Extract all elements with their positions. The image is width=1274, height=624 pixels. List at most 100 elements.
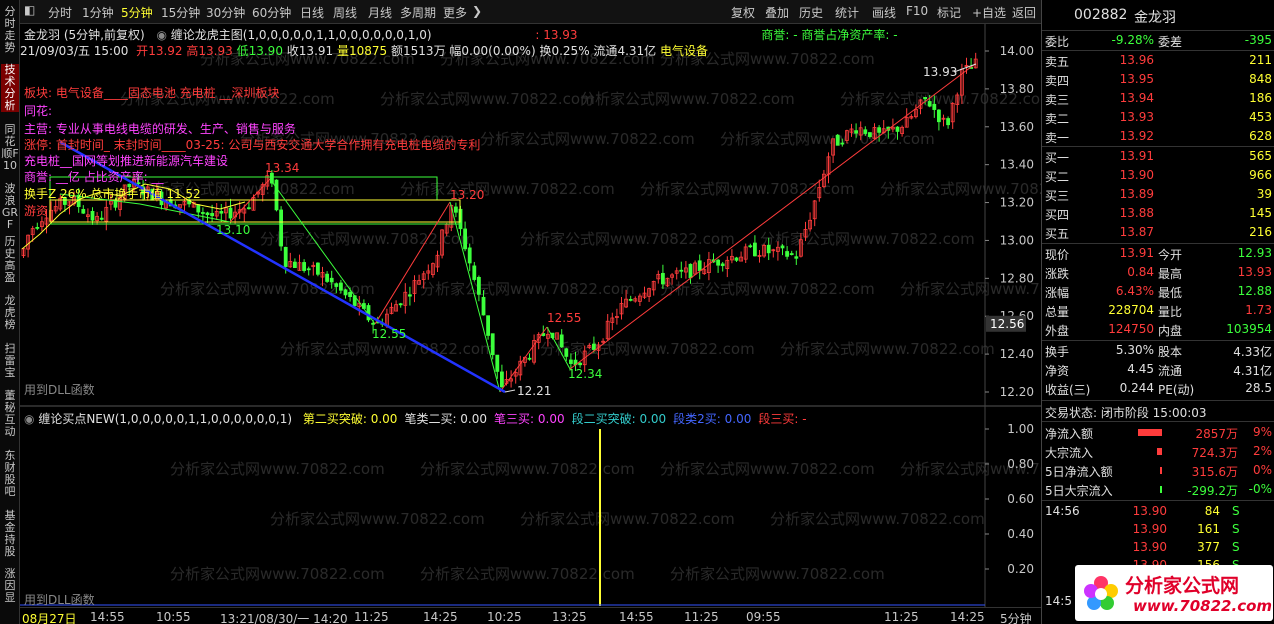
left-tab-1[interactable]: 技术分析 <box>1 64 19 112</box>
quote-value: 13.93 <box>1237 265 1272 279</box>
quote-label: 涨跌 <box>1045 267 1070 281</box>
tool-btn-8[interactable]: 返回 <box>1012 4 1036 21</box>
sub-indicator-item: 段二买突破: 0.00 <box>571 412 667 426</box>
close-value: 13.91 <box>298 44 334 58</box>
chg-label: 幅 <box>449 44 462 58</box>
flow-value: 2857万 <box>1195 427 1238 441</box>
tool-btn-4[interactable]: 画线 <box>872 4 896 21</box>
chart-area[interactable]: 分析家公式网www.70822.com 分析家公式网www.70822.com 分析… <box>20 24 1041 607</box>
sub-indicator-menu-icon[interactable]: ◉ <box>24 412 34 426</box>
candle-body <box>343 289 348 296</box>
candle-body <box>679 269 684 272</box>
asks-volume: 628 <box>1249 129 1272 143</box>
candle-body <box>463 228 468 250</box>
pivot-price-label: 12.55 <box>547 311 581 325</box>
tool-btn-7[interactable]: +自选 <box>972 4 1006 21</box>
flow-bar <box>1157 448 1162 455</box>
candle-body <box>697 260 702 271</box>
tick-volume: 161 <box>1197 522 1220 536</box>
quote2-value: 5.30% <box>1115 343 1154 357</box>
quote-value: 103954 <box>1226 322 1272 336</box>
period-btn-4[interactable]: 30分钟 <box>206 4 245 21</box>
tool-btn-1[interactable]: 叠加 <box>765 4 789 21</box>
tool-btn-5[interactable]: F10 <box>906 4 928 18</box>
tick-row: 14:56 13.90 84 S <box>1042 503 1274 521</box>
prev-icon[interactable]: ◧ <box>24 3 35 17</box>
period-btn-7[interactable]: 周线 <box>333 4 357 21</box>
quote-label: 量比 <box>1158 305 1183 319</box>
flow-value: 315.6万 <box>1191 465 1238 479</box>
watermark-text: 分析家公式网www.70822.com <box>380 90 595 108</box>
candle-body <box>946 118 950 126</box>
candle-body <box>495 354 500 372</box>
asks-label: 卖二 <box>1045 112 1070 126</box>
left-tab-2[interactable]: 同花顺F10 <box>1 124 19 172</box>
left-tab-9[interactable]: 基金持股 <box>1 510 19 558</box>
amt-label: 额 <box>391 44 404 58</box>
shangyu-text: 商誉: - 商誉占净资产率: - <box>761 28 898 42</box>
candle-body <box>348 292 353 298</box>
period-btn-10[interactable]: 更多 <box>443 4 467 21</box>
watermark-text: 分析家公式网www.70822.com <box>480 130 695 148</box>
watermark-text: 分析家公式网www.70822.com <box>520 510 735 528</box>
asks-price: 13.94 <box>1119 91 1154 105</box>
candle-body <box>481 296 486 316</box>
left-tab-5[interactable]: 龙虎榜 <box>1 295 19 331</box>
tool-btn-2[interactable]: 历史 <box>799 4 823 21</box>
candle-body <box>840 142 845 145</box>
flow-row: 净流入额 2857万 9% <box>1042 424 1274 442</box>
tool-btn-6[interactable]: 标记 <box>937 4 961 21</box>
flow-row: 5日净流入额 315.6万 0% <box>1042 462 1274 480</box>
price-axis-label: 14.00 <box>1000 44 1034 58</box>
left-tab-6[interactable]: 扫雷宝 <box>1 343 19 379</box>
tick-volume: 377 <box>1197 540 1220 554</box>
asks-row: 卖三 13.94 186 <box>1042 90 1274 108</box>
period-btn-1[interactable]: 1分钟 <box>82 4 114 21</box>
pivot-price-label: 12.21 <box>517 384 551 398</box>
bids-volume: 39 <box>1256 187 1272 201</box>
asks-price: 13.92 <box>1119 129 1154 143</box>
weicha-value: -395 <box>1244 33 1272 47</box>
candle-body <box>274 179 279 211</box>
quote2-value: 4.33亿 <box>1233 345 1272 359</box>
period-btn-5[interactable]: 60分钟 <box>252 4 291 21</box>
tool-btn-3[interactable]: 统计 <box>835 4 859 21</box>
quote-label: 最高 <box>1158 267 1183 281</box>
left-tab-8[interactable]: 东财股吧 <box>1 450 19 498</box>
period-btn-6[interactable]: 日线 <box>300 4 324 21</box>
left-tab-7[interactable]: 董秘互动 <box>1 390 19 438</box>
logo-text: 分析家公式网 <box>1125 575 1240 597</box>
kline-chart[interactable]: 分析家公式网www.70822.com 分析家公式网www.70822.com 分析… <box>20 24 1041 607</box>
period-btn-2[interactable]: 5分钟 <box>121 4 153 21</box>
dll-label-sub: 用到DLL函数 <box>24 593 95 607</box>
watermark-text: 分析家公式网www.70822.com <box>770 510 985 528</box>
left-tab-0[interactable]: 分时走势 <box>1 6 19 54</box>
tick-price: 13.90 <box>1132 522 1167 536</box>
period-btn-8[interactable]: 月线 <box>368 4 392 21</box>
stock-code: 002882 <box>1074 7 1128 23</box>
bids-volume: 565 <box>1249 149 1272 163</box>
left-tab-10[interactable]: 涨因显 <box>1 568 19 604</box>
candle-body <box>789 253 794 255</box>
quote2-label: 流通 <box>1158 364 1183 378</box>
more-chevron-icon[interactable]: ❯ <box>472 4 482 18</box>
period-label[interactable]: 5分钟 <box>1000 610 1032 624</box>
quote2-row: 净资 4.45 流通 4.31亿 <box>1042 361 1274 379</box>
asks-row: 卖一 13.92 628 <box>1042 128 1274 146</box>
quote2-row: 换手 5.30% 股本 4.33亿 <box>1042 342 1274 360</box>
candle-body <box>476 276 481 295</box>
tool-btn-0[interactable]: 复权 <box>731 4 755 21</box>
indicator-menu-icon[interactable]: ◉ <box>156 28 166 42</box>
price-axis-label: 13.20 <box>1000 196 1034 210</box>
sub-axis-label: 0.40 <box>1007 527 1034 541</box>
quote-label: 最低 <box>1158 286 1183 300</box>
asks-label: 卖四 <box>1045 74 1070 88</box>
left-tab-3[interactable]: 波浪GRF <box>1 183 19 231</box>
candle-body <box>407 294 412 297</box>
price-axis-label: 12.40 <box>1000 347 1034 361</box>
bids-volume: 145 <box>1249 206 1272 220</box>
period-btn-3[interactable]: 15分钟 <box>161 4 200 21</box>
period-btn-0[interactable]: 分时 <box>48 4 72 21</box>
period-btn-9[interactable]: 多周期 <box>400 4 436 21</box>
left-tab-4[interactable]: 历史高盈 <box>1 236 19 284</box>
